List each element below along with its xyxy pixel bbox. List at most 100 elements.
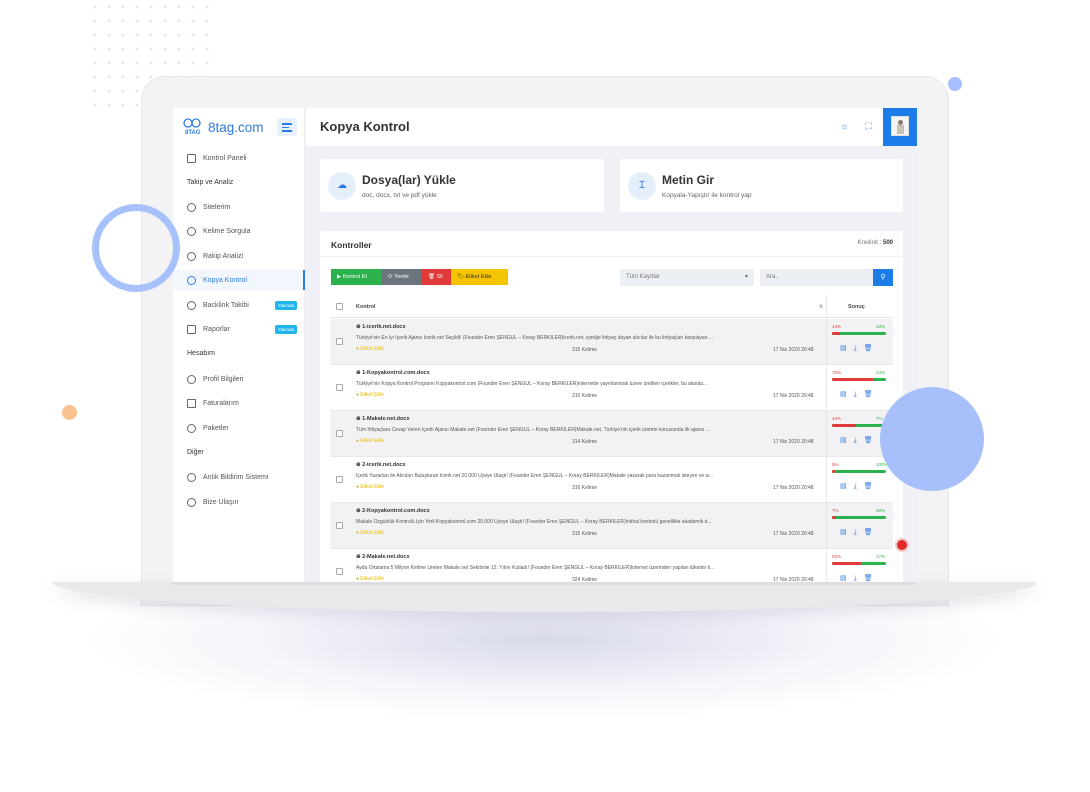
- file-name[interactable]: ⊕ 1-icerik.net.docx: [356, 324, 406, 330]
- table-row[interactable]: ⊕ 1-Kopyakontrol.com.docx Türkiye'nin Kop…: [330, 365, 893, 411]
- download-icon[interactable]: ⤓: [854, 437, 864, 444]
- sidebar-item-label: Rakip Analizi: [203, 252, 244, 260]
- sidebar-item-notifications[interactable]: Anlık Bildirim Sistemi: [187, 467, 305, 487]
- file-name-text: 2-icerik.net.docx: [362, 462, 406, 468]
- download-icon[interactable]: ⤓: [854, 575, 864, 582]
- row-checkbox[interactable]: [336, 568, 343, 575]
- delete-icon[interactable]: 🗑: [864, 575, 880, 582]
- add-tag-link[interactable]: ● Etiket Ekle: [356, 438, 384, 444]
- sidebar-item-contact[interactable]: Bize Ulaşın: [187, 492, 305, 512]
- row-checkbox[interactable]: [336, 476, 343, 483]
- sidebar-item-label: Raporlar: [203, 325, 230, 333]
- add-tag-link[interactable]: ● Etiket Ekle: [356, 392, 384, 398]
- row-checkbox[interactable]: [336, 384, 343, 391]
- notification-icon: [187, 472, 196, 482]
- delete-icon[interactable]: 🗑: [864, 391, 880, 398]
- card-subtitle: doc, docx, txt ve pdf yükle: [362, 192, 437, 199]
- result-bar-fill: [832, 332, 840, 335]
- card-title: Metin Gir: [662, 173, 715, 187]
- row-checkbox[interactable]: [336, 430, 343, 437]
- delete-button[interactable]: 🗑 Sil: [422, 269, 451, 285]
- download-icon[interactable]: ⤓: [854, 483, 864, 490]
- view-report-icon[interactable]: ▤: [840, 437, 854, 444]
- add-tag-link[interactable]: ● Etiket Ekle: [356, 346, 384, 352]
- table-row[interactable]: ⊕ 2-icerik.net.docx İçerik Yazarları ile …: [330, 457, 893, 503]
- date: 17 Nis 2020 20:48: [773, 577, 814, 582]
- view-report-icon[interactable]: ▤: [840, 345, 854, 352]
- view-report-icon[interactable]: ▤: [840, 575, 854, 582]
- add-tag-link[interactable]: ● Etiket Ekle: [356, 484, 384, 490]
- link-icon: [187, 300, 196, 310]
- file-name-text: 1-icerik.net.docx: [362, 324, 406, 330]
- download-icon[interactable]: ⤓: [854, 529, 864, 536]
- sidebar-item-dashboard[interactable]: Kontrol Paneli: [187, 148, 305, 168]
- refresh-button[interactable]: ⟳ Yenile: [382, 269, 422, 285]
- records-filter-select[interactable]: Tüm Kayıtlar ▼: [620, 269, 754, 286]
- table-row[interactable]: ⊕ 2-Kopyakontrol.com.docx Makale Özgünlük…: [330, 503, 893, 549]
- result-bar-fill: [832, 424, 856, 427]
- file-name[interactable]: ⊕ 1-Kopyakontrol.com.docx: [356, 370, 430, 376]
- check-circle-icon: [187, 202, 196, 212]
- top-bar: Kopya Kontrol ☼ ⛶: [306, 108, 917, 146]
- row-actions: ▤⤓🗑: [840, 390, 880, 399]
- laptop-hinge: [173, 582, 916, 585]
- credit-value: 500: [882, 240, 893, 246]
- file-name[interactable]: ⊕ 2-Makale.net.docx: [356, 554, 410, 560]
- sidebar-item-invoices[interactable]: Faturalarım: [187, 393, 305, 413]
- row-actions: ▤⤓🗑: [840, 528, 880, 537]
- sidebar-item-sites[interactable]: Sitelerim: [187, 197, 305, 217]
- select-all-checkbox[interactable]: [336, 303, 343, 310]
- delete-icon[interactable]: 🗑: [864, 437, 880, 444]
- notification-bell-icon[interactable]: [895, 538, 909, 552]
- sidebar-heading: Takip ve Analiz: [187, 179, 234, 186]
- sidebar-item-label: Kopya Kontrol: [203, 276, 247, 284]
- logo[interactable]: 8TAG 8tag.com: [182, 118, 264, 136]
- search-icon: ⚲: [880, 274, 886, 281]
- view-report-icon[interactable]: ▤: [840, 483, 854, 490]
- view-report-icon[interactable]: ▤: [840, 529, 854, 536]
- sidebar-item-backlink[interactable]: Backlink Takibi Yakında: [187, 295, 305, 315]
- delete-icon[interactable]: 🗑: [864, 483, 880, 490]
- sidebar-item-copy-check[interactable]: Kopya Kontrol: [173, 270, 305, 290]
- table-row[interactable]: ⊕ 1-Makale.net.docx Tüm İhtiyaçlara Cevap…: [330, 411, 893, 457]
- column-header-control[interactable]: Kontrol: [356, 304, 376, 310]
- search-input[interactable]: Ara..: [760, 269, 874, 286]
- add-tag-link[interactable]: ● Etiket Ekle: [356, 576, 384, 582]
- user-menu-button[interactable]: [883, 108, 917, 146]
- table-row[interactable]: ⊕ 1-icerik.net.docx Türkiye'nin En İyi İç…: [330, 319, 893, 365]
- sidebar-item-competitor[interactable]: Rakip Analizi: [187, 246, 305, 266]
- download-icon[interactable]: ⤓: [854, 391, 864, 398]
- copy-percent: 53%: [832, 554, 842, 559]
- file-name[interactable]: ⊕ 2-icerik.net.docx: [356, 462, 406, 468]
- row-checkbox[interactable]: [336, 522, 343, 529]
- package-icon: [187, 423, 196, 433]
- tag-label: Etiket Ekle: [360, 392, 385, 398]
- fullscreen-icon[interactable]: ⛶: [864, 122, 873, 131]
- add-tag-button[interactable]: 🏷 Etiket Ekle: [451, 269, 508, 285]
- delete-icon[interactable]: 🗑: [864, 345, 880, 352]
- sidebar-item-keyword[interactable]: Kelime Sorgula: [187, 221, 305, 241]
- row-actions: ▤⤓🗑: [840, 574, 880, 582]
- file-name[interactable]: ⊕ 2-Kopyakontrol.com.docx: [356, 508, 430, 514]
- menu-toggle-button[interactable]: [277, 118, 297, 136]
- unique-percent: 17%: [876, 554, 886, 559]
- enter-text-card[interactable]: Ɪ Metin Gir Kopyala-Yapıştır ile kontrol…: [620, 159, 903, 212]
- sidebar-item-profile[interactable]: Profil Bilgileri: [187, 369, 305, 389]
- row-checkbox[interactable]: [336, 338, 343, 345]
- help-icon: [187, 497, 196, 507]
- sidebar-item-packages[interactable]: Paketler: [187, 418, 305, 438]
- check-button[interactable]: ▶ Kontrol Et: [331, 269, 382, 285]
- sidebar-item-label: Paketler: [203, 424, 229, 432]
- download-icon[interactable]: ⤓: [854, 345, 864, 352]
- file-name[interactable]: ⊕ 1-Makale.net.docx: [356, 416, 410, 422]
- add-tag-link[interactable]: ● Etiket Ekle: [356, 530, 384, 536]
- sort-icon[interactable]: ⇅: [819, 304, 823, 310]
- word-count: 315 Kelime: [572, 531, 598, 537]
- sidebar-item-reports[interactable]: Raporlar Yakında: [187, 319, 305, 339]
- sun-icon[interactable]: ☼: [840, 122, 849, 131]
- table-row[interactable]: ⊕ 2-Makale.net.docx Ayda Ortalama 5 Milyo…: [330, 549, 893, 582]
- upload-files-card[interactable]: ☁ Dosya(lar) Yükle doc, docx, txt ve pdf…: [320, 159, 604, 212]
- view-report-icon[interactable]: ▤: [840, 391, 854, 398]
- delete-icon[interactable]: 🗑: [864, 529, 880, 536]
- search-button[interactable]: ⚲: [873, 269, 893, 286]
